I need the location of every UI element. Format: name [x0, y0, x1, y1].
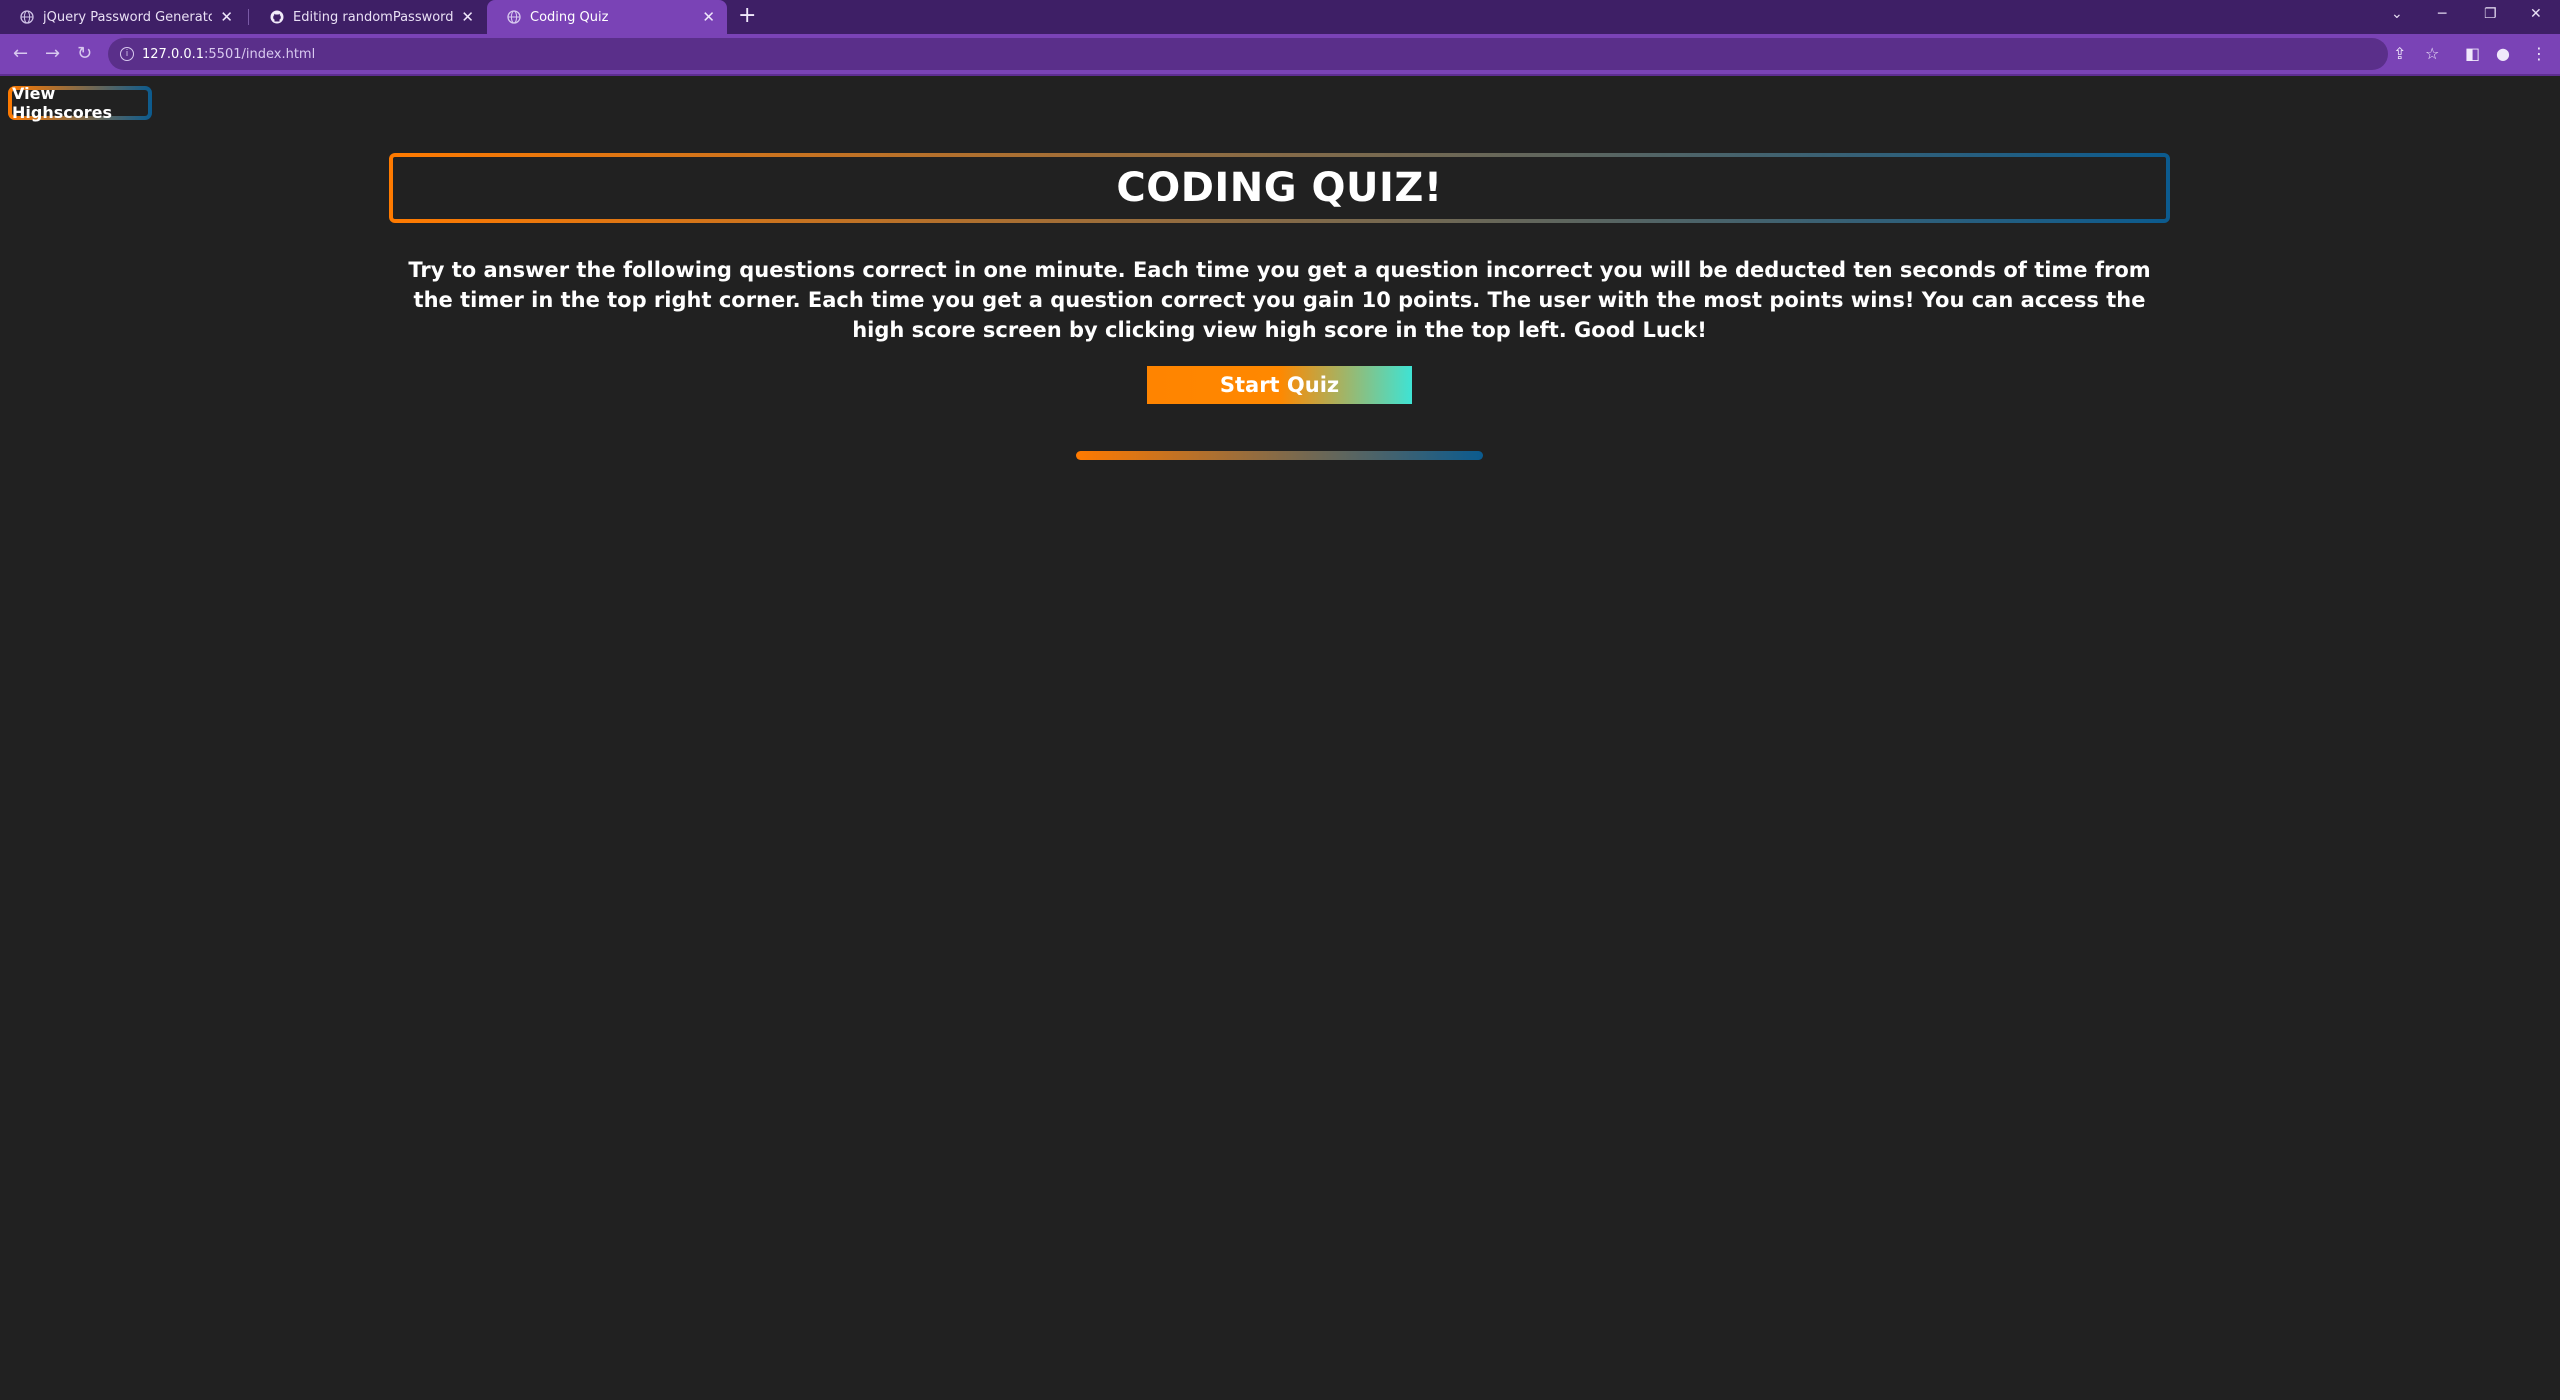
- tab-jquery-password-generator[interactable]: jQuery Password Generator ✕: [0, 0, 245, 34]
- globe-icon: [20, 10, 34, 24]
- close-window-icon[interactable]: ✕: [2530, 6, 2542, 22]
- tab-title: Coding Quiz: [530, 9, 609, 25]
- globe-icon: [507, 10, 521, 24]
- url-path: :5501/index.html: [204, 46, 316, 62]
- tab-search-icon[interactable]: ⌄: [2391, 6, 2403, 22]
- tab-strip: jQuery Password Generator ✕ Editing rand…: [0, 0, 2560, 34]
- title-box: CODING QUIZ!: [389, 153, 2170, 223]
- start-quiz-button[interactable]: Start Quiz: [1147, 366, 1412, 404]
- share-icon[interactable]: ⇪: [2393, 44, 2406, 63]
- quiz-instructions: Try to answer the following questions co…: [408, 258, 2151, 342]
- url-host: 127.0.0.1: [142, 46, 205, 62]
- tab-separator: [248, 9, 249, 25]
- profile-avatar-icon[interactable]: ●: [2496, 44, 2510, 63]
- new-tab-button[interactable]: +: [738, 3, 756, 28]
- close-icon[interactable]: ✕: [461, 8, 474, 26]
- forward-icon[interactable]: →: [45, 43, 60, 64]
- tab-title: Editing randomPasswordGenerat: [293, 9, 454, 25]
- page-title: CODING QUIZ!: [1116, 165, 1443, 211]
- menu-dots-icon[interactable]: ⋮: [2531, 44, 2547, 63]
- close-icon[interactable]: ✕: [220, 8, 233, 26]
- view-highscores-button[interactable]: View Highscores: [8, 84, 152, 122]
- tab-title: jQuery Password Generator: [43, 9, 213, 25]
- reload-icon[interactable]: ↻: [77, 43, 92, 64]
- address-bar[interactable]: i 127.0.0.1:5501/index.html: [108, 38, 2388, 70]
- site-info-icon[interactable]: i: [120, 47, 134, 61]
- browser-toolbar: ← → ↻ i 127.0.0.1:5501/index.html ⇪ ☆ ◧ …: [0, 34, 2560, 76]
- gradient-divider: [1076, 451, 1483, 460]
- minimize-icon[interactable]: ─: [2438, 6, 2446, 22]
- tab-editing-random-password-generator[interactable]: Editing randomPasswordGenerat ✕: [250, 0, 486, 34]
- close-icon[interactable]: ✕: [702, 8, 715, 26]
- github-icon: [270, 10, 284, 24]
- side-panel-icon[interactable]: ◧: [2465, 44, 2480, 63]
- bookmark-star-icon[interactable]: ☆: [2425, 44, 2439, 63]
- back-icon[interactable]: ←: [13, 43, 28, 64]
- restore-icon[interactable]: ❐: [2484, 6, 2497, 22]
- tab-coding-quiz[interactable]: Coding Quiz ✕: [487, 0, 727, 34]
- toolbar-divider: [0, 74, 2560, 76]
